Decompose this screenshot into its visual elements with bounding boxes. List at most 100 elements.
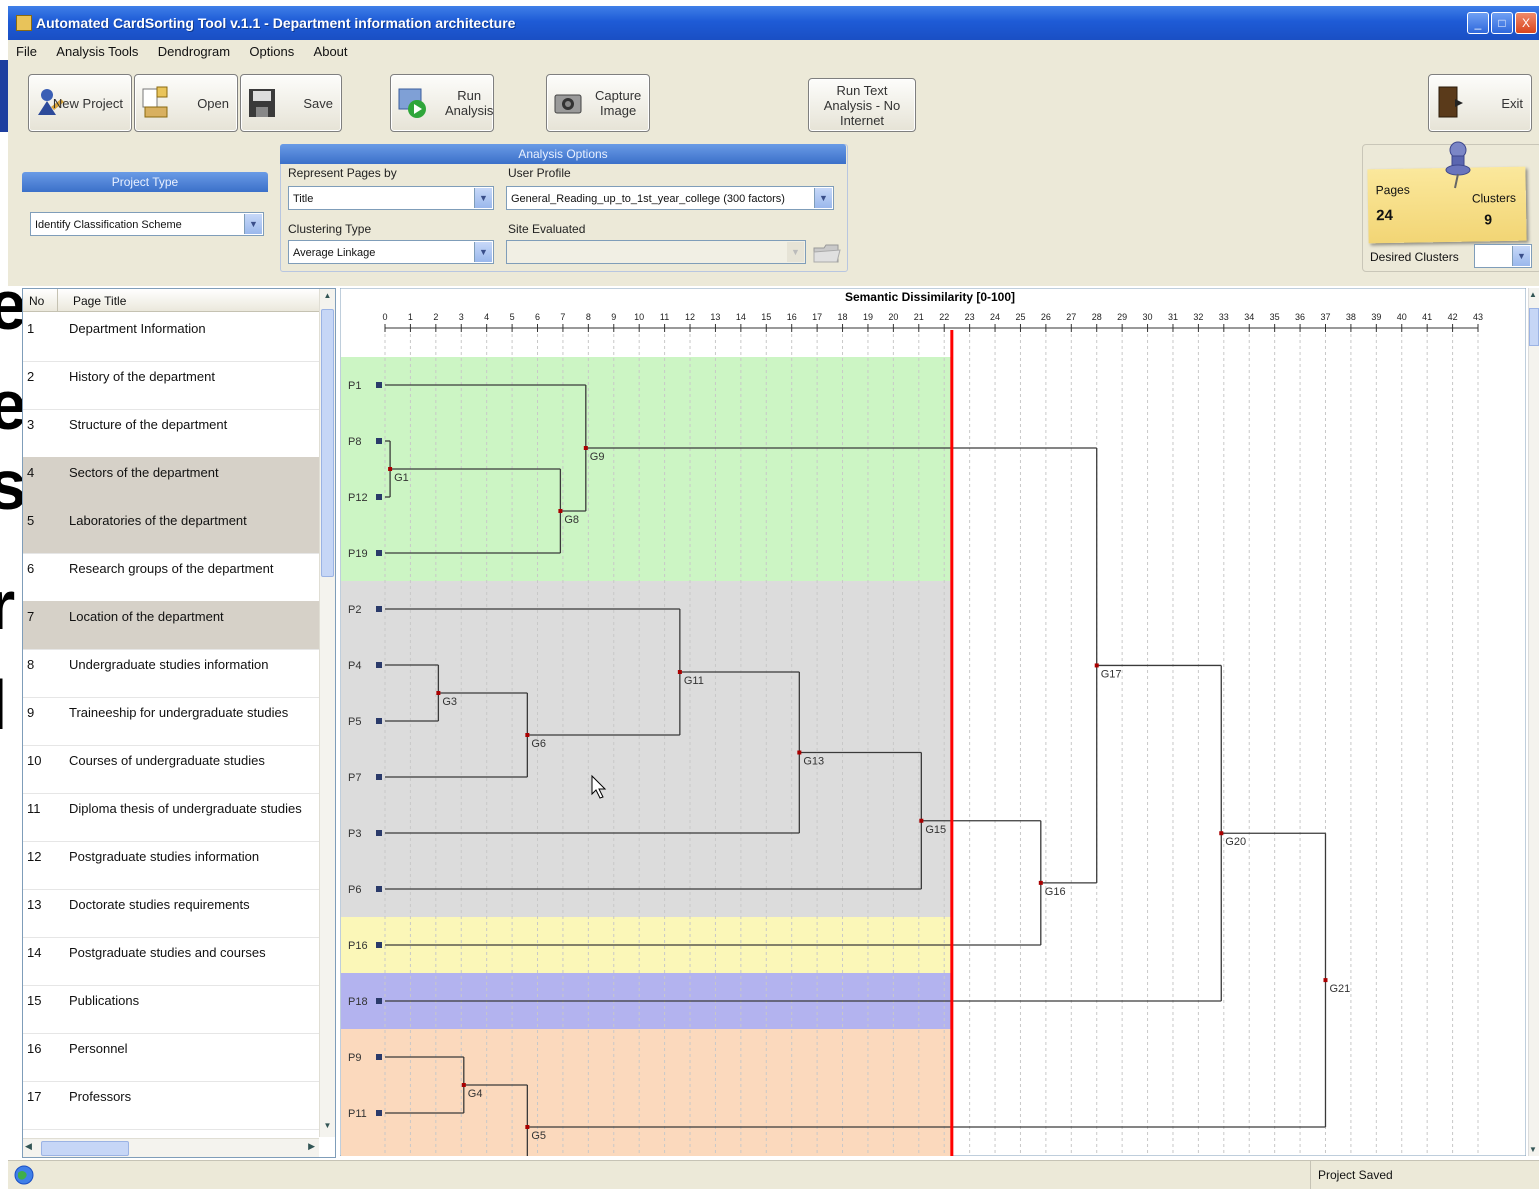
tick-label: 3 — [459, 312, 464, 322]
list-item[interactable]: 11 Diploma thesis of undergraduate studie… — [23, 793, 319, 842]
user-profile-select[interactable]: General_Reading_up_to_1st_year_college (… — [506, 186, 834, 210]
scroll-thumb[interactable] — [321, 309, 334, 577]
scroll-thumb[interactable] — [1529, 308, 1539, 346]
list-item[interactable]: 13 Doctorate studies requirements — [23, 889, 319, 938]
maximize-button[interactable]: □ — [1491, 12, 1513, 34]
pages-label: Pages — [1375, 182, 1410, 198]
tick-label: 5 — [510, 312, 515, 322]
tick-label: 25 — [1015, 312, 1025, 322]
node-label: G20 — [1225, 836, 1246, 848]
dendrogram-vertical-scrollbar[interactable]: ▲ ▼ — [1528, 288, 1539, 1156]
browse-folder-icon[interactable] — [812, 240, 842, 266]
leaf-marker — [376, 606, 382, 612]
tick-label: 36 — [1295, 312, 1305, 322]
run-analysis-label: Run Analysis — [445, 88, 494, 118]
close-button[interactable]: X — [1515, 12, 1537, 34]
minimize-button[interactable]: _ — [1467, 12, 1489, 34]
open-button[interactable]: Open — [134, 74, 238, 132]
list-item[interactable]: 3 Structure of the department — [23, 409, 319, 458]
tick-label: 2 — [433, 312, 438, 322]
column-header-title[interactable]: Page Title — [73, 294, 126, 308]
background-glyph: l — [0, 670, 7, 740]
list-item[interactable]: 8 Undergraduate studies information — [23, 649, 319, 698]
chevron-down-icon[interactable]: ▼ — [474, 188, 492, 208]
window-title: Automated CardSorting Tool v.1.1 - Depar… — [36, 15, 516, 31]
scroll-down-icon[interactable]: ▼ — [1529, 1145, 1537, 1154]
menu-about[interactable]: About — [306, 40, 356, 59]
capture-image-button[interactable]: Capture Image — [546, 74, 650, 132]
page-title: History of the department — [69, 369, 215, 384]
site-evaluated-select[interactable]: ▼ — [506, 240, 806, 264]
desired-clusters-select[interactable]: ▼ — [1474, 244, 1532, 268]
list-item[interactable]: 10 Courses of undergraduate studies — [23, 745, 319, 794]
axis-title: Semantic Dissimilarity [0-100] — [845, 290, 1015, 304]
scroll-down-icon[interactable]: ▼ — [321, 1121, 334, 1135]
page-list-header: No Page Title — [23, 289, 319, 312]
leaf-marker — [376, 1054, 382, 1060]
run-text-analysis-button[interactable]: Run Text Analysis - No Internet — [808, 78, 916, 132]
project-type-select[interactable]: Identify Classification Scheme ▼ — [30, 212, 264, 236]
tick-label: 7 — [560, 312, 565, 322]
run-analysis-button[interactable]: Run Analysis — [390, 74, 494, 132]
tick-label: 19 — [863, 312, 873, 322]
leaf-marker — [376, 494, 382, 500]
clusters-count: 9 — [1484, 211, 1493, 228]
tick-label: 29 — [1117, 312, 1127, 322]
tick-label: 20 — [888, 312, 898, 322]
user-profile-label: User Profile — [508, 166, 571, 180]
menu-dendrogram[interactable]: Dendrogram — [150, 40, 238, 59]
page-number: 15 — [27, 993, 42, 1008]
title-bar[interactable]: Automated CardSorting Tool v.1.1 - Depar… — [8, 6, 1539, 40]
exit-button[interactable]: Exit — [1428, 74, 1532, 132]
scroll-right-icon[interactable]: ▶ — [308, 1141, 315, 1152]
list-item[interactable]: 15 Publications — [23, 985, 319, 1034]
represent-pages-select[interactable]: Title ▼ — [288, 186, 494, 210]
list-item[interactable]: 5 Laboratories of the department — [23, 505, 319, 554]
column-header-no[interactable]: No — [29, 294, 44, 308]
list-item[interactable]: 6 Research groups of the department — [23, 553, 319, 602]
menu-options[interactable]: Options — [241, 40, 302, 59]
chevron-down-icon[interactable]: ▼ — [814, 188, 832, 208]
toolbar: New Project Open Save Run Analysis Captu… — [8, 64, 1539, 144]
scroll-up-icon[interactable]: ▲ — [1529, 290, 1537, 299]
site-evaluated-label: Site Evaluated — [508, 222, 586, 236]
tick-label: 43 — [1473, 312, 1483, 322]
chevron-down-icon[interactable]: ▼ — [787, 242, 804, 262]
scroll-up-icon[interactable]: ▲ — [321, 291, 334, 305]
leaf-label: P9 — [348, 1052, 361, 1064]
scroll-thumb[interactable] — [41, 1141, 129, 1156]
tick-label: 31 — [1168, 312, 1178, 322]
save-button[interactable]: Save — [240, 74, 342, 132]
list-item[interactable]: 4 Sectors of the department — [23, 457, 319, 506]
chevron-down-icon[interactable]: ▼ — [474, 242, 492, 262]
chevron-down-icon[interactable]: ▼ — [244, 214, 262, 234]
page-number: 8 — [27, 657, 35, 672]
menu-file[interactable]: File — [8, 40, 45, 59]
list-item[interactable]: 1 Department Information — [23, 313, 319, 362]
list-item[interactable]: 16 Personnel — [23, 1033, 319, 1082]
scroll-left-icon[interactable]: ◀ — [25, 1141, 32, 1152]
leaf-marker — [376, 718, 382, 724]
page-number: 3 — [27, 417, 35, 432]
tick-label: 39 — [1371, 312, 1381, 322]
node-label: G9 — [590, 451, 605, 463]
menu-analysis-tools[interactable]: Analysis Tools — [48, 40, 146, 59]
list-vertical-scrollbar[interactable]: ▲ ▼ — [319, 289, 335, 1137]
list-horizontal-scrollbar[interactable]: ◀ ▶ — [23, 1138, 319, 1157]
list-item[interactable]: 7 Location of the department — [23, 601, 319, 650]
list-item[interactable]: 12 Postgraduate studies information — [23, 841, 319, 890]
leaf-marker — [376, 438, 382, 444]
chevron-down-icon[interactable]: ▼ — [1512, 246, 1530, 266]
tick-label: 24 — [990, 312, 1000, 322]
cluster-band — [341, 1029, 952, 1156]
list-item[interactable]: 17 Professors — [23, 1081, 319, 1130]
tick-label: 9 — [611, 312, 616, 322]
tick-label: 42 — [1448, 312, 1458, 322]
clustering-type-select[interactable]: Average Linkage ▼ — [288, 240, 494, 264]
list-item[interactable]: 14 Postgraduate studies and courses — [23, 937, 319, 986]
new-project-button[interactable]: New Project — [28, 74, 132, 132]
dendrogram-chart[interactable]: Semantic Dissimilarity [0-100] 012345678… — [340, 288, 1526, 1156]
list-item[interactable]: 2 History of the department — [23, 361, 319, 410]
list-item[interactable]: 9 Traineeship for undergraduate studies — [23, 697, 319, 746]
status-divider — [1310, 1161, 1311, 1189]
